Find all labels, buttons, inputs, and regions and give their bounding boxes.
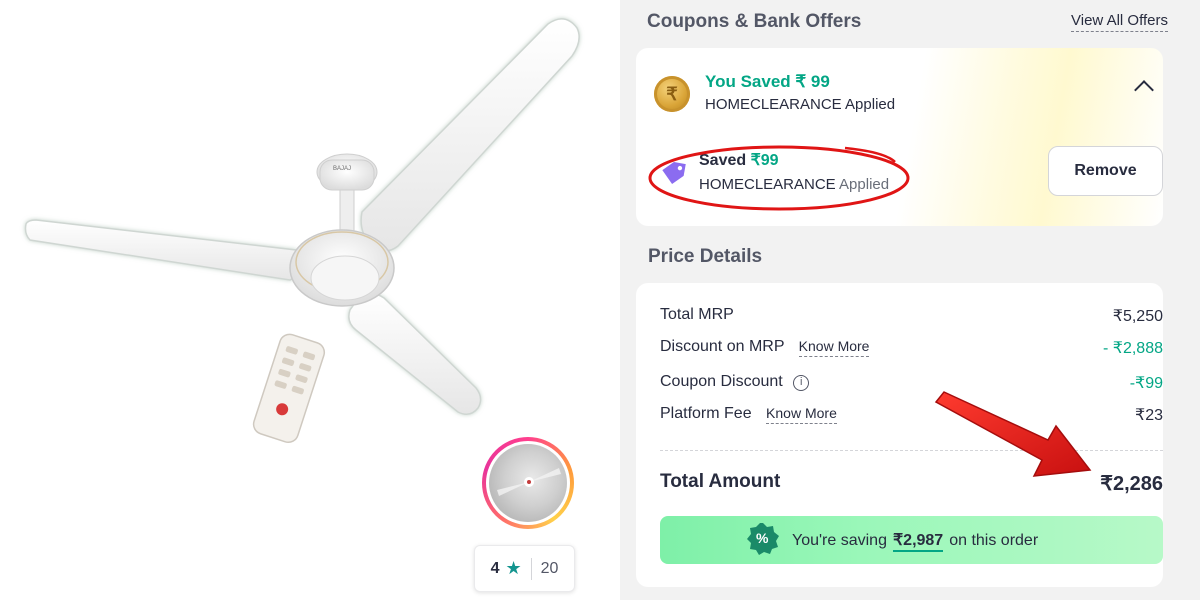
info-icon[interactable]: i: [793, 375, 810, 391]
price-details-card: Total MRP ₹5,250 Discount on MRP Know Mo…: [636, 283, 1163, 587]
saved-amount: ₹99: [750, 152, 779, 169]
rating-count: 20: [540, 559, 559, 577]
view-all-offers-link[interactable]: View All Offers: [1071, 12, 1168, 32]
know-more-link[interactable]: Know More: [766, 405, 837, 424]
fan-preview-icon: [497, 468, 561, 496]
remove-coupon-button[interactable]: Remove: [1048, 146, 1163, 196]
price-row-value: ₹23: [1135, 407, 1163, 424]
saving-banner: % You're saving ₹2,987 on this order: [660, 516, 1163, 564]
applied-text: Applied: [845, 96, 896, 113]
saving-amount: ₹2,987: [892, 532, 944, 552]
cart-summary-pane: Coupons & Bank Offers View All Offers ₹ …: [620, 0, 1200, 600]
rating-value: 4: [490, 559, 500, 577]
fan-brand-mark: BAJAJ: [333, 166, 352, 172]
applied-coupon-status: Applied: [839, 176, 890, 193]
product-image-area: BAJAJ 4 ★ 20: [0, 0, 600, 600]
applied-coupon-summary: HOMECLEARANCE Applied: [705, 96, 895, 113]
chevron-up-icon[interactable]: [1134, 80, 1154, 100]
price-row-label: Total MRP: [660, 306, 734, 323]
rating-chip[interactable]: 4 ★ 20: [474, 545, 575, 592]
saved-label: Saved: [699, 152, 747, 169]
percent-symbol: %: [756, 530, 769, 546]
tag-icon: [662, 161, 686, 185]
product-video-thumbnail[interactable]: [482, 437, 574, 529]
saving-text: You're saving ₹2,987 on this order: [792, 530, 1039, 552]
price-details-title: Price Details: [648, 246, 763, 267]
total-amount-row: Total Amount ₹2,286: [660, 471, 1163, 495]
price-row-value: -₹99: [1129, 375, 1163, 392]
total-amount-value: ₹2,286: [1100, 473, 1163, 495]
coupon-code: HOMECLEARANCE: [705, 96, 842, 113]
know-more-link[interactable]: Know More: [798, 338, 870, 357]
star-icon: ★: [505, 558, 522, 578]
saving-suffix: on this order: [949, 532, 1039, 549]
coupon-card: ₹ You Saved ₹ 99 HOMECLEARANCE Applied S…: [636, 48, 1163, 226]
video-preview-icon: [489, 444, 567, 522]
coin-rupee-icon: ₹: [654, 76, 690, 112]
price-row-discount: Discount on MRP Know More - ₹2,888: [660, 338, 1163, 362]
price-row-label: Coupon Discount: [660, 373, 783, 390]
applied-coupon-code: HOMECLEARANCE: [699, 176, 836, 193]
price-row-value: - ₹2,888: [1103, 340, 1163, 357]
price-row-total-mrp: Total MRP ₹5,250: [660, 306, 1163, 330]
total-amount-label: Total Amount: [660, 471, 781, 492]
price-row-label: Platform Fee: [660, 405, 752, 422]
price-row-value: ₹5,250: [1112, 308, 1163, 325]
price-row-coupon-discount: Coupon Discount i -₹99: [660, 373, 1163, 397]
price-row-platform-fee: Platform Fee Know More ₹23: [660, 405, 1163, 429]
price-row-label: Discount on MRP: [660, 338, 785, 355]
saved-amount-line: Saved ₹99: [699, 150, 779, 170]
coupons-section-title: Coupons & Bank Offers: [647, 11, 862, 32]
rating-divider: [530, 557, 532, 580]
saving-prefix: You're saving: [792, 532, 887, 549]
applied-coupon-line: HOMECLEARANCE Applied: [699, 176, 889, 193]
price-divider: [660, 450, 1163, 451]
you-saved-headline: You Saved ₹ 99: [705, 72, 830, 91]
